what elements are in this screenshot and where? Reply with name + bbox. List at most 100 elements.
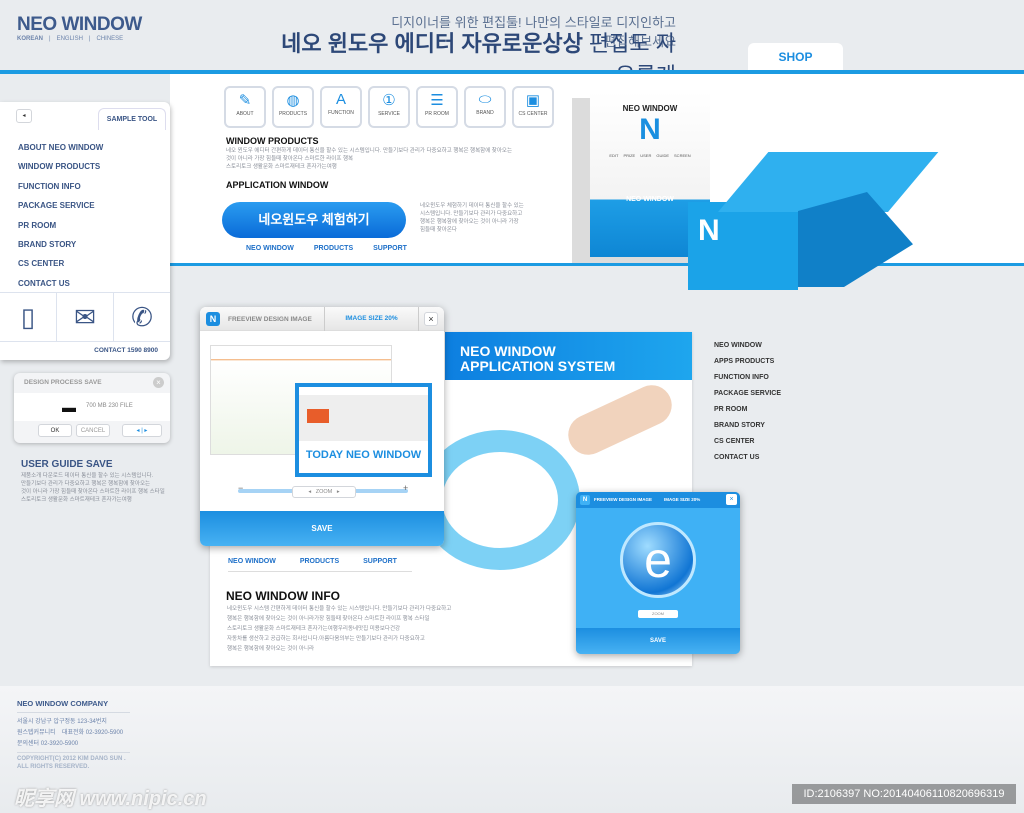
divider: | bbox=[88, 36, 91, 42]
company-name: NEO WINDOW COMPANY bbox=[17, 699, 130, 713]
close-button[interactable]: × bbox=[424, 312, 438, 326]
link-neo-window[interactable]: NEO WINDOW bbox=[228, 558, 276, 565]
sample-tool-tab[interactable]: SAMPLE TOOL bbox=[98, 108, 166, 130]
today-preview: TODAY NEO WINDOW bbox=[295, 383, 432, 477]
community: 원스텝커뮤니티 bbox=[17, 730, 56, 736]
nav-about[interactable]: ✎ ABOUT bbox=[224, 86, 266, 128]
cancel-button[interactable]: CANCEL bbox=[76, 424, 110, 437]
zoom-control[interactable]: ◂ ZOOM ▸ bbox=[292, 486, 356, 498]
mobile-wifi-icon[interactable]: ▯ bbox=[0, 293, 57, 341]
nav-function[interactable]: A FUNCTION bbox=[320, 86, 362, 128]
save-button[interactable]: SAVE bbox=[200, 511, 444, 546]
sidebar-item-brand[interactable]: BRAND STORY bbox=[18, 235, 103, 254]
rightnav-brand[interactable]: BRAND STORY bbox=[714, 422, 765, 429]
nav-products[interactable]: ◍ PRODUCTS bbox=[272, 86, 314, 128]
image-size: IMAGE SIZE 20% bbox=[664, 497, 701, 502]
logo[interactable]: NEO WINDOW bbox=[17, 14, 142, 36]
dialog-title: DESIGN PROCESS SAVE bbox=[24, 379, 102, 386]
nav-cs-center[interactable]: ▣ CS CENTER bbox=[512, 86, 554, 128]
link-support[interactable]: SUPPORT bbox=[373, 245, 407, 252]
ok-button[interactable]: OK bbox=[38, 424, 72, 437]
banner-line: NEO WINDOW bbox=[460, 343, 556, 359]
box-letter: N bbox=[698, 214, 720, 247]
books-search-icon: ☰ bbox=[430, 92, 444, 109]
info-title: NEO WINDOW INFO bbox=[226, 589, 340, 603]
monitor-lock-icon: ▣ bbox=[525, 92, 541, 109]
prev-next-buttons[interactable]: ◂ | ▸ bbox=[122, 424, 162, 437]
zoom-control[interactable]: ZOOM bbox=[638, 610, 678, 618]
icon-nav: ✎ ABOUT ◍ PRODUCTS A FUNCTION ① SERVICE ☰ PR … bbox=[224, 86, 554, 128]
rightnav-package[interactable]: PACKAGE SERVICE bbox=[714, 390, 781, 397]
box-brand: NEO WINDOW bbox=[622, 104, 678, 113]
close-button[interactable]: × bbox=[726, 494, 737, 505]
guide-title: USER GUIDE SAVE bbox=[21, 459, 113, 470]
text-line: 스토리토크 생활문화 스마트재테크 혼자가는여행 bbox=[226, 164, 337, 170]
freeview-dialog-small: N FREEVIEW DESIGN IMAGE IMAGE SIZE 20% ×… bbox=[576, 492, 740, 654]
sidebar-item-cs[interactable]: CS CENTER bbox=[18, 254, 103, 273]
link-support[interactable]: SUPPORT bbox=[363, 558, 397, 565]
text-line: 자동차를 생산하고 공급하는 회사입니다.아름다움의부는 만들기보다 관리가 다… bbox=[227, 636, 425, 642]
nav-label: BRAND bbox=[476, 110, 494, 116]
splash-graphic bbox=[420, 430, 580, 570]
rightnav-contact[interactable]: CONTACT US bbox=[714, 454, 759, 461]
try-neowindow-button[interactable]: 네오윈도우 체험하기 bbox=[222, 202, 406, 238]
sidebar-item-about[interactable]: ABOUT NEO WINDOW bbox=[18, 138, 103, 157]
link-neo-window[interactable]: NEO WINDOW bbox=[246, 245, 294, 252]
nav-brand[interactable]: ⬭ BRAND bbox=[464, 86, 506, 128]
zoom-label: ZOOM bbox=[315, 489, 333, 495]
nav-pr-room[interactable]: ☰ PR ROOM bbox=[416, 86, 458, 128]
sidebar-item-pr-room[interactable]: PR ROOM bbox=[18, 216, 103, 235]
phone-icon[interactable]: ✆ bbox=[114, 293, 170, 341]
phone: 대표전화 02-3920-5900 bbox=[62, 730, 124, 736]
nav-label: PRODUCTS bbox=[278, 111, 308, 117]
collapse-button[interactable]: ◂ bbox=[16, 109, 32, 123]
feature: EDIT bbox=[609, 153, 619, 158]
banner-line: APPLICATION SYSTEM bbox=[460, 358, 616, 374]
sample-tool-panel: ◂ SAMPLE TOOL ABOUT NEO WINDOW WINDOW PR… bbox=[0, 102, 170, 360]
products-title: WINDOW PRODUCTS bbox=[226, 136, 319, 146]
sidebar-item-contact[interactable]: CONTACT US bbox=[18, 274, 103, 293]
notepad-icon: ✎ bbox=[238, 92, 252, 109]
inquiry: 문의센터 02-3920-5900 bbox=[17, 738, 130, 753]
nav-service[interactable]: ① SERVICE bbox=[368, 86, 410, 128]
text-line: 네오윈도우 시스템 간편하게 데이터 통신을 할수 있는 시스템입니다. 만들기… bbox=[227, 606, 452, 612]
shop-tab[interactable]: SHOP bbox=[748, 43, 843, 72]
zoom-in-icon[interactable]: + bbox=[403, 483, 408, 493]
ie-globe-icon: e bbox=[620, 522, 696, 598]
contact-number: CONTACT 1590 8900 bbox=[94, 347, 158, 354]
nav-label: SERVICE bbox=[378, 111, 400, 117]
feature: PRIZE bbox=[623, 153, 636, 158]
rightnav-function[interactable]: FUNCTION INFO bbox=[714, 374, 769, 381]
mail-icon[interactable]: ✉ bbox=[57, 293, 114, 341]
tagline-bold: 네오 윈도우 에디터 자유로운상상 bbox=[281, 31, 583, 56]
text-line: 스토리토크 생활문화 스마트재테크 혼자가는여행 bbox=[21, 497, 132, 503]
close-icon[interactable]: × bbox=[153, 377, 164, 388]
link-products[interactable]: PRODUCTS bbox=[314, 245, 353, 252]
lang-chinese[interactable]: CHINESE bbox=[96, 36, 123, 42]
language-switcher: KOREAN | ENGLISH | CHINESE bbox=[17, 36, 123, 42]
zoom-out-icon[interactable]: − bbox=[238, 483, 243, 493]
rightnav-pr-room[interactable]: PR ROOM bbox=[714, 406, 747, 413]
book-icon: A bbox=[335, 91, 346, 108]
feature: GUIDE bbox=[656, 153, 670, 158]
dialog-title: FREEVIEW DESIGN IMAGE bbox=[228, 316, 312, 323]
sidebar-item-package[interactable]: PACKAGE SERVICE bbox=[18, 196, 103, 215]
file-info: 700 MB 230 FILE bbox=[86, 403, 133, 409]
nav-label: FUNCTION bbox=[328, 110, 354, 116]
info-text: 네오윈도우 시스템 간편하게 데이터 통신을 할수 있는 시스템입니다. 만들기… bbox=[227, 604, 451, 654]
link-products[interactable]: PRODUCTS bbox=[300, 558, 339, 565]
sidebar-item-products[interactable]: WINDOW PRODUCTS bbox=[18, 157, 103, 176]
rightnav-apps-products[interactable]: APPS PRODUCTS bbox=[714, 358, 774, 365]
rightnav-cs[interactable]: CS CENTER bbox=[714, 438, 754, 445]
sidebar-item-function[interactable]: FUNCTION INFO bbox=[18, 177, 103, 196]
image-size: IMAGE SIZE 20% bbox=[324, 307, 419, 331]
save-button[interactable]: SAVE bbox=[576, 628, 740, 654]
text-line: 시스템입니다. 만들기보다 관리가 다중요하고 bbox=[420, 211, 523, 217]
lang-english[interactable]: ENGLISH bbox=[57, 36, 83, 42]
rightnav-neo-window[interactable]: NEO WINDOW bbox=[714, 342, 762, 349]
folder-icon: ▬ bbox=[62, 399, 76, 415]
today-label: TODAY NEO WINDOW bbox=[305, 449, 422, 461]
lang-korean[interactable]: KOREAN bbox=[17, 36, 43, 42]
text-line: 만들기보다 관리가 다중요하고 행복은 행복함에 찾아오는 bbox=[21, 481, 151, 487]
text-line: 행복은 행복함에 찾아오는 것이 아니라 가장 bbox=[420, 219, 519, 225]
